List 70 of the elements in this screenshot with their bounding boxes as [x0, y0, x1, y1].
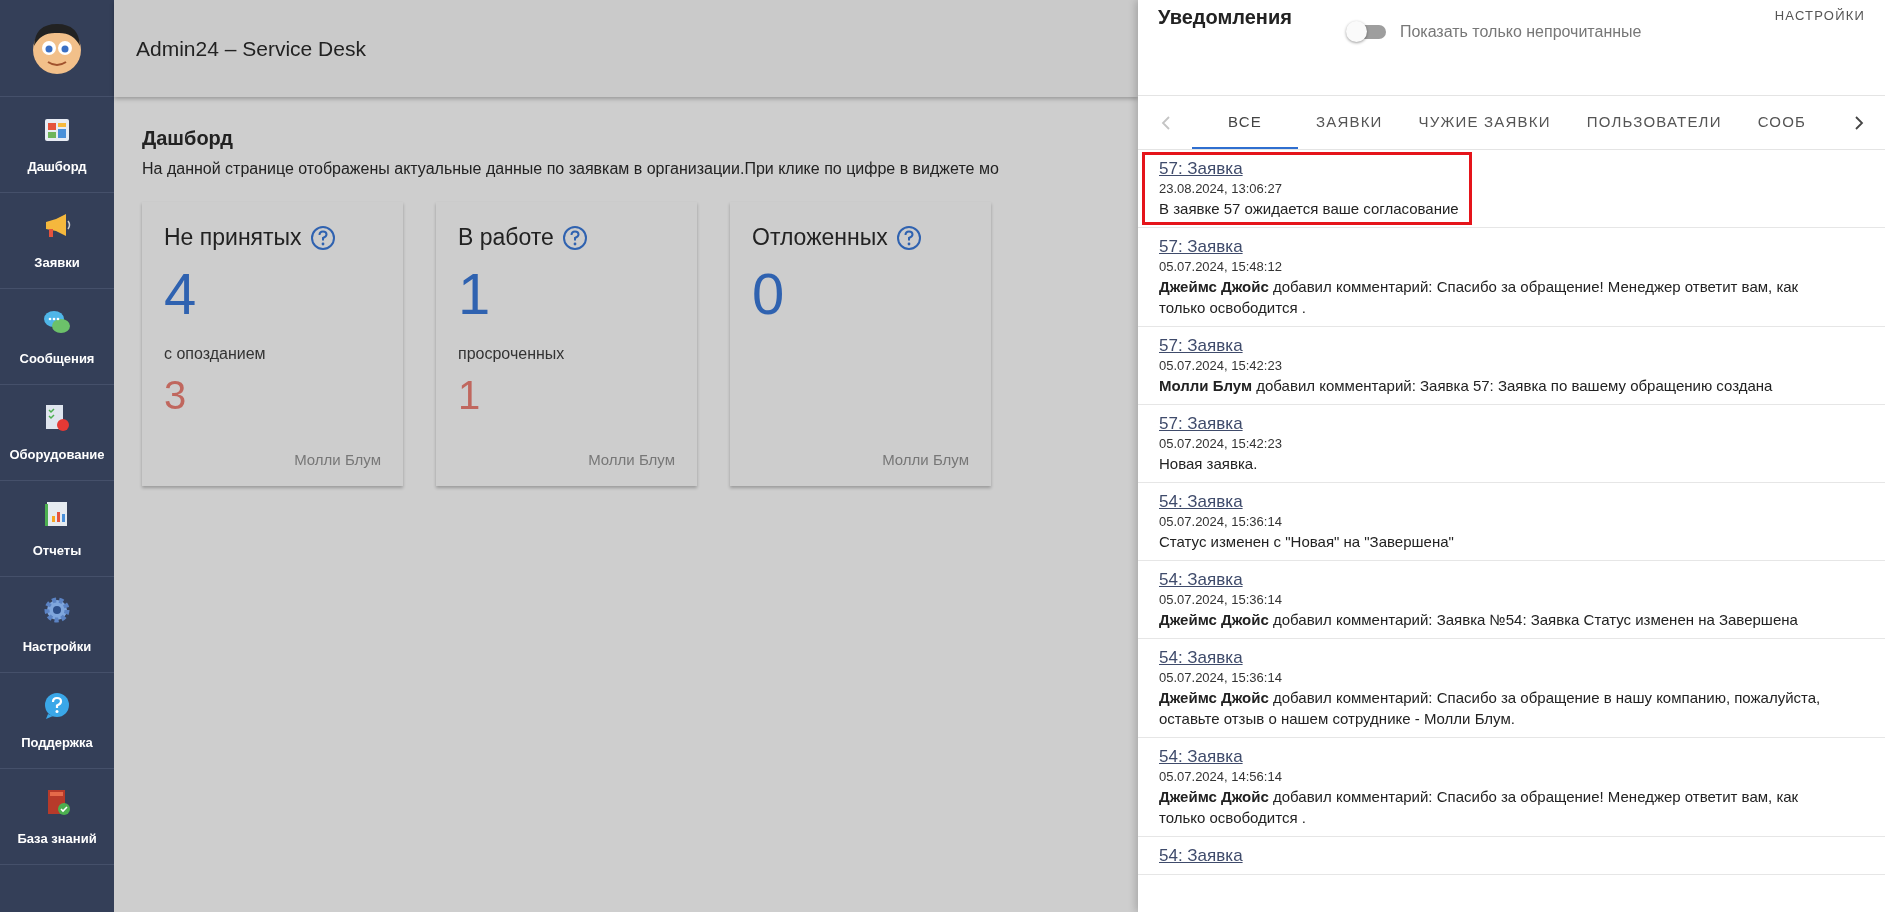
ticket-link[interactable]: 54: Заявка — [1159, 492, 1454, 512]
sidebar-item[interactable]: Заявки — [0, 193, 114, 289]
sidebar-item[interactable]: База знаний — [0, 769, 114, 865]
sidebar-item[interactable]: Дашборд — [0, 97, 114, 193]
widget-owner: Молли Блум — [294, 451, 381, 468]
notification-date: 05.07.2024, 15:42:23 — [1159, 358, 1283, 373]
sidebar-item[interactable]: Сообщения — [0, 289, 114, 385]
notification-text: Джеймс Джойс добавил комментарий: Спасибо за обращение в нашу компанию, пожалуйста, оставьте отзыв о нашем сотруднике - Молли Блум. — [1159, 688, 1822, 729]
widget-count[interactable]: 4 — [164, 265, 381, 323]
widget-sub-label: просроченных — [458, 345, 566, 363]
widget-title: В работе — [458, 224, 554, 251]
ticket-link[interactable]: 57: Заявка — [1159, 414, 1282, 434]
tab[interactable]: ВСЕ — [1192, 96, 1298, 149]
notification-text: Джеймс Джойс добавил комментарий: Заявка №54: Заявка Статус изменен на Завершена — [1159, 610, 1798, 630]
notification-item[interactable]: 57: Заявка 05.07.2024, 15:48:12 Джеймс Джойс добавил комментарий: Спасибо за обращение! Менеджер ответит вам, как только освободится . — [1142, 230, 1847, 324]
notification-date: 05.07.2024, 15:36:14 — [1159, 592, 1283, 607]
tab[interactable]: СООБ — [1739, 96, 1825, 149]
notification-text: Молли Блум добавил комментарий: Заявка 57: Заявка по вашему обращению создана — [1159, 376, 1773, 396]
notification-text: Статус изменен с "Новая" на "Завершена" — [1159, 532, 1454, 552]
tab[interactable]: ПОЛЬЗОВАТЕЛИ — [1568, 96, 1740, 149]
sidebar-item[interactable]: Настройки — [0, 577, 114, 673]
notification-date: 05.07.2024, 14:56:14 — [1159, 769, 1283, 784]
notification-text: В заявке 57 ожидается ваше согласование — [1159, 199, 1459, 219]
panel-title: Уведомления — [1158, 6, 1292, 30]
notification-item[interactable]: 57: Заявка 23.08.2024, 13:06:27 В заявке 57 ожидается ваше согласование — [1142, 152, 1472, 225]
question-bubble-icon — [42, 691, 72, 721]
notification-text: Джеймс Джойс добавил комментарий: Спасибо за обращение! Менеджер ответит вам, как только освободится . — [1159, 277, 1800, 318]
ticket-link[interactable]: 57: Заявка — [1159, 336, 1773, 356]
widget-title: Не принятых — [164, 224, 302, 251]
tab[interactable]: ЧУЖИЕ ЗАЯВКИ — [1400, 96, 1569, 149]
widget-title: Отложенных — [752, 224, 888, 251]
ticket-link[interactable]: 54: Заявка — [1159, 648, 1834, 668]
sidebar-item[interactable]: Отчеты — [0, 481, 114, 577]
notification-date: 05.07.2024, 15:48:12 — [1159, 259, 1283, 274]
sidebar-item[interactable]: Поддержка — [0, 673, 114, 769]
notification-item[interactable]: 54: Заявка 05.07.2024, 15:36:14 Джеймс Джойс добавил комментарий: Заявка №54: Заявка Статус изменен на Завершена — [1142, 563, 1811, 636]
notification-text: Новая заявка. — [1159, 454, 1259, 474]
notification-date: 05.07.2024, 15:36:14 — [1159, 514, 1283, 529]
ticket-link[interactable]: 54: Заявка — [1159, 570, 1798, 590]
help-icon[interactable] — [895, 224, 922, 251]
chevron-right-icon[interactable] — [1853, 113, 1865, 132]
help-icon[interactable] — [309, 224, 336, 251]
notification-item[interactable]: 54: Заявка — [1142, 839, 1256, 872]
notification-date: 05.07.2024, 15:42:23 — [1159, 436, 1282, 451]
ticket-link[interactable]: 54: Заявка — [1159, 747, 1834, 767]
tab[interactable]: ЗАЯВКИ — [1297, 96, 1401, 149]
help-icon[interactable] — [561, 224, 588, 251]
notification-item[interactable]: 54: Заявка 05.07.2024, 15:36:14 Статус изменен с "Новая" на "Завершена" — [1142, 485, 1467, 558]
notification-item[interactable]: 54: Заявка 05.07.2024, 15:36:14 Джеймс Джойс добавил комментарий: Спасибо за обращение в нашу компанию, пожалуйста, оставьте отзыв о нашем сотруднике - Молли Блум. — [1142, 641, 1847, 735]
settings-button[interactable]: НАСТРОЙКИ — [1774, 8, 1865, 23]
notification-date: 05.07.2024, 15:36:14 — [1159, 670, 1283, 685]
ticket-link[interactable]: 57: Заявка — [1159, 159, 1459, 179]
toggle-label: Показать только непрочитанные — [1399, 23, 1642, 41]
ticket-link[interactable]: 54: Заявка — [1159, 846, 1243, 866]
app-title: Admin24 – Service Desk — [136, 36, 366, 61]
widget-owner: Молли Блум — [588, 451, 675, 468]
gear-icon — [42, 595, 72, 625]
page-description: На данной странице отображены актуальные данные по заявкам в организации.При клике по цифре в виджете мо — [142, 160, 1000, 178]
notification-text: Джеймс Джойс добавил комментарий: Спасибо за обращение! Менеджер ответит вам, как только освободится . — [1159, 787, 1800, 828]
notification-date: 23.08.2024, 13:06:27 — [1159, 181, 1283, 196]
notification-item[interactable]: 57: Заявка 05.07.2024, 15:42:23 Молли Блум добавил комментарий: Заявка 57: Заявка по вашему обращению создана — [1142, 329, 1786, 402]
widget-sub-label: с опозданием — [164, 345, 267, 363]
widget-owner: Молли Блум — [882, 451, 969, 468]
ticket-link[interactable]: 57: Заявка — [1159, 237, 1834, 257]
widget-count[interactable]: 1 — [458, 265, 675, 323]
notification-item[interactable]: 54: Заявка 05.07.2024, 14:56:14 Джеймс Джойс добавил комментарий: Спасибо за обращение! Менеджер ответит вам, как только освободится . — [1142, 740, 1847, 834]
page-title: Дашборд — [142, 127, 235, 150]
notification-item[interactable]: 57: Заявка 05.07.2024, 15:42:23 Новая заявка. — [1142, 407, 1295, 480]
sidebar-item[interactable]: Оборудование — [0, 385, 114, 481]
widget-count[interactable]: 0 — [752, 265, 969, 323]
